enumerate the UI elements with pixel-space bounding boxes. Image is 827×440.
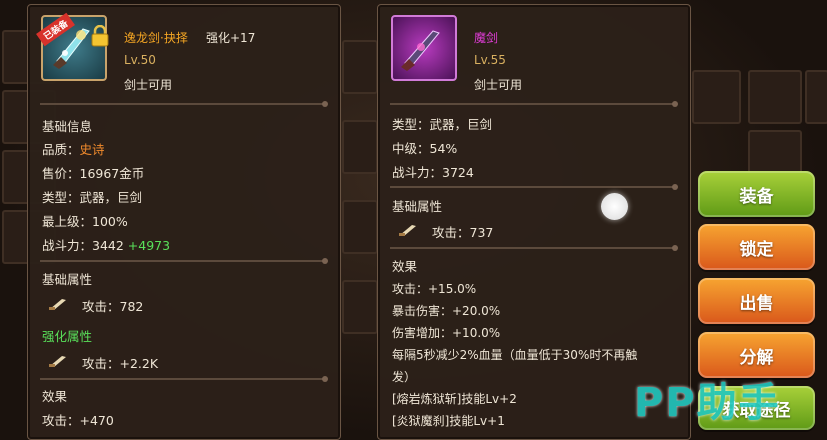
equip-button[interactable]: 装备 [698,171,815,217]
quality-row: 品质：史诗 [42,139,105,158]
enhance-attack: 攻击：+2.2K [82,356,159,371]
effect-line: 暴击伤害：+20.0% [392,304,501,318]
class-requirement: 剑士可用 [124,78,173,92]
effect-line: 发） [392,370,417,384]
base-attack: 攻击：782 [82,299,144,314]
divider [40,258,328,264]
section-title-basic-info: 基础信息 [42,119,93,134]
attack-icon [399,225,416,236]
touch-indicator [601,193,628,220]
lock-icon[interactable] [90,25,110,47]
inventory-slot[interactable] [748,70,802,124]
item-name: 逸龙剑·抉择 [124,31,188,45]
item-icon-frame [391,15,457,81]
inventory-slot[interactable] [342,120,378,174]
effect-line: 伤害增加：+10.0% [392,326,501,340]
quality-label: 品质： [42,142,80,157]
attack-icon [49,299,66,310]
type-row: 类型：武器，巨剑 [392,117,493,132]
inventory-slot[interactable] [692,70,741,124]
section-title-enhance-attributes: 强化属性 [42,329,93,344]
base-attack: 攻击：737 [432,225,494,240]
effect-attack: 攻击：+470 [42,413,114,428]
section-title-effects: 效果 [42,389,68,404]
section-title-base-attributes: 基础属性 [392,199,443,214]
power-row: 战斗力：3724 [392,165,474,180]
quality-value: 史诗 [79,142,105,157]
item-level: Lv.50 [124,53,156,67]
price-row: 售价：16967金币 [42,166,145,181]
attack-icon [49,356,66,367]
mid-level-row: 中级：54% [392,141,458,156]
enhance-level: 强化+17 [206,31,256,45]
power-row: 战斗力：3442 +4973 [42,235,170,254]
effect-line: [熔岩炼狱斩]技能Lv+2 [392,392,517,406]
divider [40,101,328,107]
inventory-slot[interactable] [805,70,827,124]
sword-item-icon [401,30,440,71]
inventory-slot[interactable] [342,200,378,254]
max-level-row: 最上级：100% [42,214,128,229]
effect-line: 每隔5秒减少2%血量（血量低于30%时不再触 [392,348,638,362]
item-name: 魔剑 [474,31,499,45]
watermark: PP助手 [634,380,781,426]
section-title-base-attributes: 基础属性 [42,272,93,287]
divider [390,245,678,251]
effect-line: [炎狱魔刹]技能Lv+1 [392,414,505,428]
type-row: 类型：武器，巨剑 [42,190,143,205]
divider [40,376,328,382]
inventory-slot[interactable] [342,280,378,334]
divider [390,101,678,107]
section-title-effects: 效果 [392,259,418,274]
divider [390,184,678,190]
lock-button[interactable]: 锁定 [698,224,815,270]
effect-line: 攻击：+15.0% [392,282,477,296]
inventory-slot[interactable] [342,40,378,94]
equipped-item-panel: 已装备 逸龙剑·抉择 强化+17 Lv.50 剑士可用 基础信息 品质：史诗 售… [27,4,341,440]
sell-button[interactable]: 出售 [698,278,815,324]
power-value: 战斗力：3442 [42,238,124,253]
item-level: Lv.55 [474,53,506,67]
class-requirement: 剑士可用 [474,78,523,92]
power-bonus: +4973 [127,238,171,253]
